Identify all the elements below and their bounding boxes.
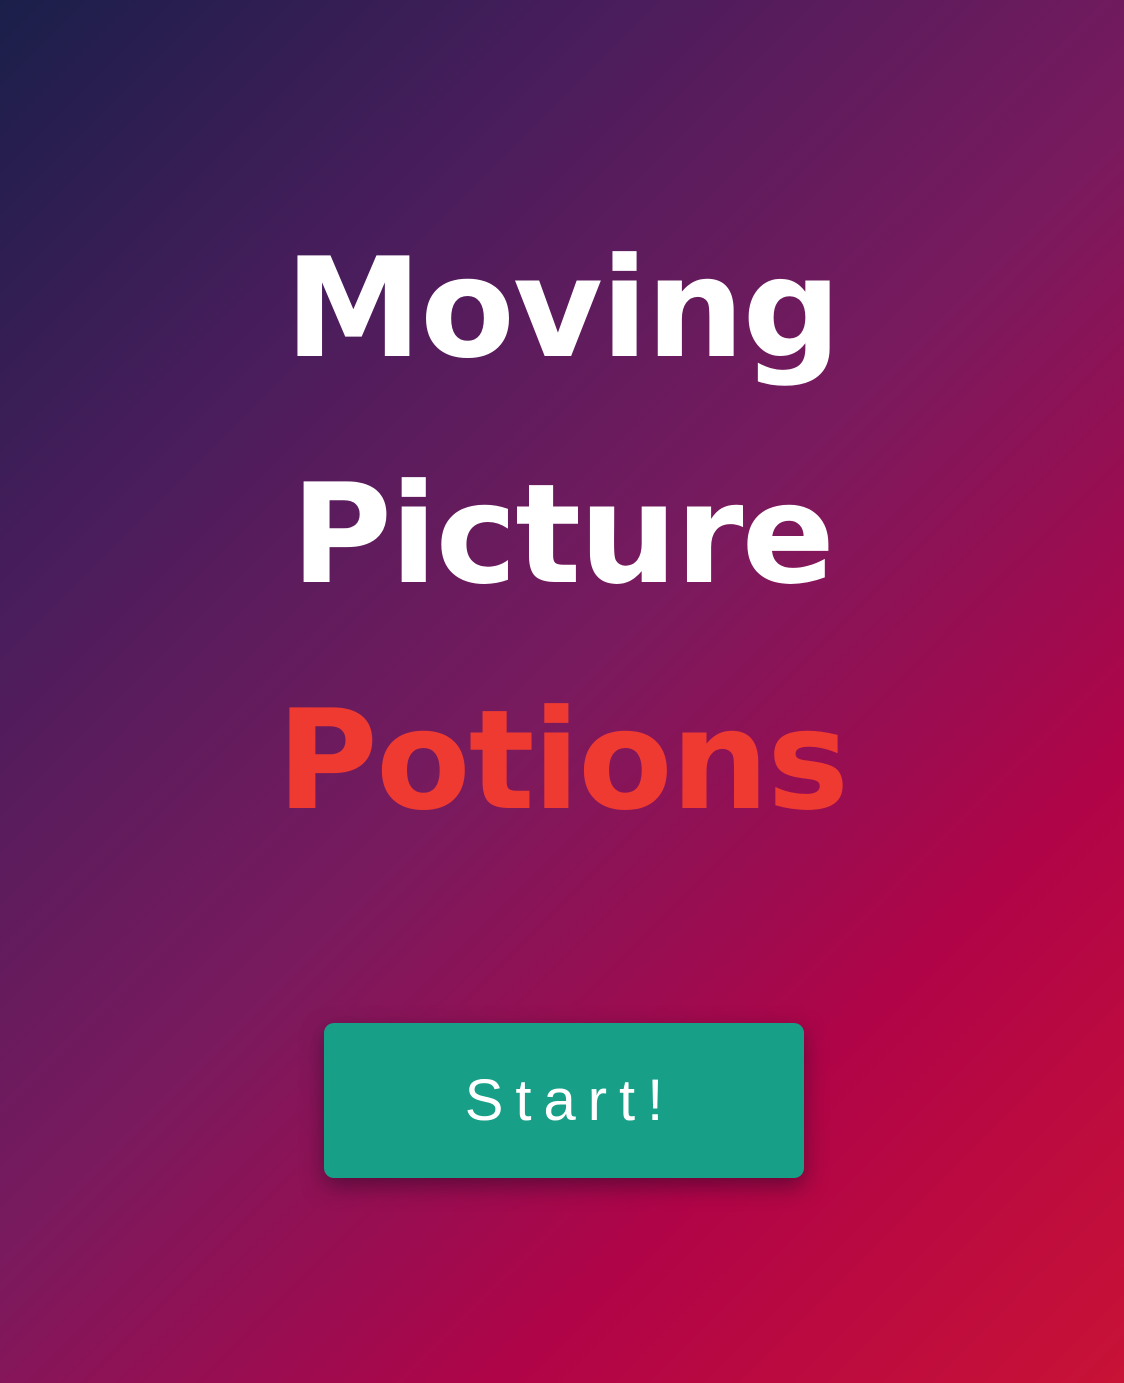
start-button[interactable]: Start! — [324, 1023, 804, 1178]
title-line-picture: Picture — [290, 454, 835, 615]
start-button-label: Start! — [464, 1068, 676, 1133]
title-line-potions: Potions — [276, 680, 849, 841]
title-line-moving: Moving — [284, 228, 841, 389]
start-screen: Moving Picture Potions Start! — [0, 0, 1124, 1383]
